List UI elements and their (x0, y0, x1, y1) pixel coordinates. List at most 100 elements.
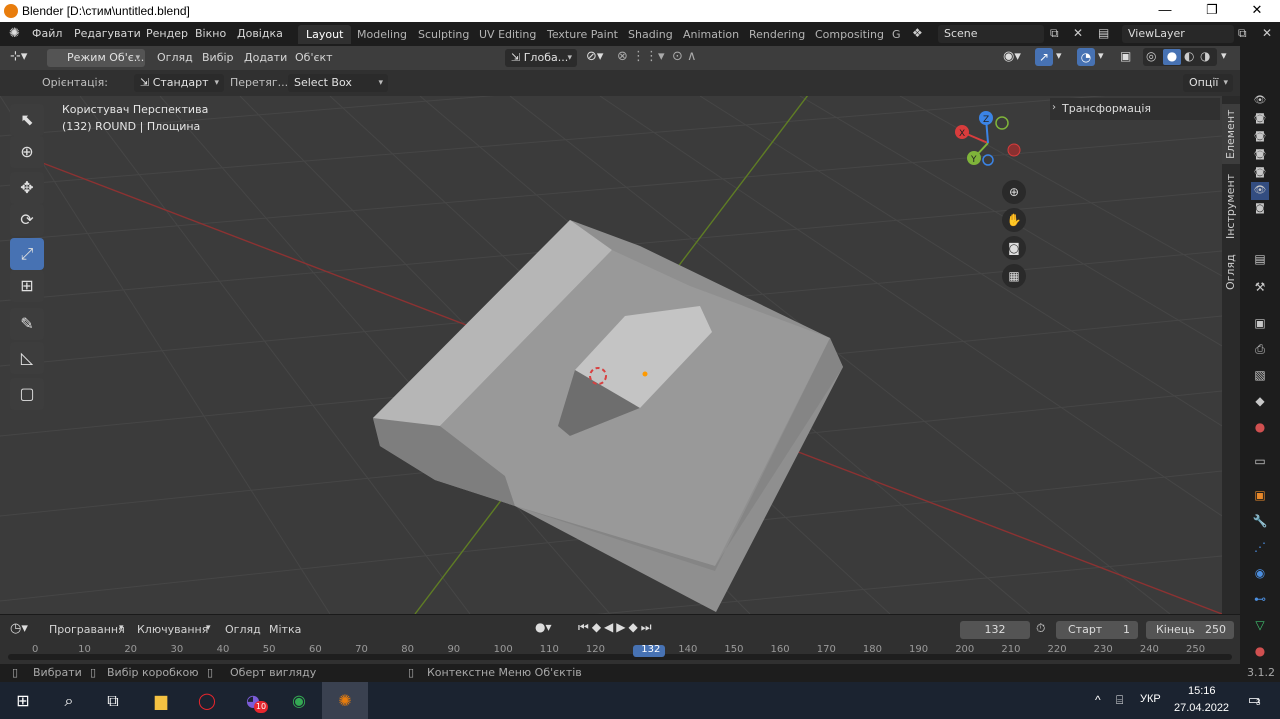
sidebar-transform-panel[interactable]: › Трансформація (1050, 98, 1220, 120)
editor-type-icon[interactable]: ⊹▾ (10, 49, 27, 64)
tab-shading[interactable]: Shading (620, 25, 681, 44)
tab-layout[interactable]: Layout (298, 25, 352, 44)
menu-render[interactable]: Рендер (146, 27, 188, 40)
tab-item[interactable]: Елемент (1222, 104, 1240, 164)
menu-edit[interactable]: Редагувати (74, 27, 141, 40)
view-layer-icon[interactable]: ▤ (1098, 26, 1109, 40)
new-scene-icon[interactable]: ⧉ (1050, 26, 1059, 41)
jump-end-icon[interactable]: ⏭ (641, 620, 655, 634)
data-properties-icon[interactable]: ▽ (1251, 616, 1269, 634)
prev-keyframe-icon[interactable]: ◆ (592, 620, 604, 634)
menu-file[interactable]: Файл (32, 27, 62, 40)
menu-help[interactable]: Довідка (237, 27, 283, 40)
timeline-editor-type-icon[interactable]: ◷▾ (10, 621, 28, 636)
mode-dropdown[interactable]: Режим Об'є... ▾ (47, 49, 145, 67)
playback-menu[interactable]: Програвання (49, 623, 125, 636)
navigation-gizmo[interactable]: X Y Z (948, 108, 1028, 178)
menu-window[interactable]: Вікно (195, 27, 226, 40)
scene-icon[interactable]: ❖ (912, 26, 923, 40)
clock-time[interactable]: 15:16 (1188, 685, 1216, 697)
tab-view[interactable]: Огляд (1222, 248, 1240, 296)
close-button[interactable]: ✕ (1234, 0, 1280, 22)
tab-modeling[interactable]: Modeling (349, 25, 415, 44)
current-frame-field[interactable]: 132 (960, 621, 1030, 639)
play-icon[interactable]: ▶ (616, 620, 628, 634)
transform-orientation-dropdown[interactable]: ⇲ Глоба... ▾ (505, 49, 577, 67)
opera-icon[interactable]: ◯ (184, 682, 230, 719)
zoom-view-button[interactable]: ⊕ (1002, 180, 1026, 204)
constraints-properties-icon[interactable]: ⊷ (1251, 590, 1269, 608)
play-reverse-icon[interactable]: ◀ (604, 620, 616, 634)
start-frame-field[interactable]: Старт 1 (1056, 621, 1138, 639)
pivot-point-icon[interactable]: ⊘▾ (586, 49, 603, 64)
select-tool-button[interactable]: ⬉ (10, 104, 44, 136)
pan-view-button[interactable]: ✋ (1002, 208, 1026, 232)
render-properties-icon[interactable]: ▣ (1251, 314, 1269, 332)
gizmo-dropdown-icon[interactable]: ▾ (1056, 49, 1062, 62)
windows-start-icon[interactable]: ⊞ (0, 682, 46, 719)
view-layer-properties-icon[interactable]: ▧ (1251, 366, 1269, 384)
timeline-view-menu[interactable]: Огляд (225, 623, 261, 636)
overlays-toggle-icon[interactable]: ◔ (1077, 48, 1095, 66)
world-properties-icon[interactable]: ● (1251, 418, 1269, 436)
3d-viewport[interactable]: Користувач Перспектива (132) ROUND | Пло… (0, 96, 1222, 614)
delete-view-layer-icon[interactable]: ✕ (1262, 26, 1272, 40)
stopwatch-icon[interactable]: ⏱ (1036, 621, 1045, 636)
scale-tool-button[interactable]: ⤢ (10, 238, 44, 270)
file-explorer-icon[interactable]: ▆ (138, 682, 184, 719)
clock-date[interactable]: 27.04.2022 (1174, 702, 1229, 714)
blender-taskbar-icon[interactable]: ✺ (322, 682, 368, 719)
search-icon[interactable]: ⌕ (46, 682, 92, 719)
annotate-tool-button[interactable]: ✎ (10, 308, 44, 340)
delete-scene-icon[interactable]: ✕ (1073, 26, 1083, 40)
move-tool-button[interactable]: ✥ (10, 172, 44, 204)
tab-uv-editing[interactable]: UV Editing (471, 25, 544, 44)
task-view-icon[interactable]: ⧉ (90, 682, 136, 719)
shading-dropdown-icon[interactable]: ▾ (1221, 49, 1227, 62)
gizmo-toggle-icon[interactable]: ↗ (1035, 48, 1053, 66)
physics-properties-icon[interactable]: ◉ (1251, 564, 1269, 582)
minimize-button[interactable]: — (1142, 0, 1188, 22)
jump-start-icon[interactable]: ⏮ (578, 620, 592, 634)
xray-icon[interactable]: ▣ (1120, 49, 1131, 63)
visibility-icon[interactable]: ◉▾ (1003, 49, 1021, 64)
next-keyframe-icon[interactable]: ◆ (629, 620, 641, 634)
viber-icon[interactable]: ◕ 10 (230, 682, 276, 719)
tool-properties-icon[interactable]: ⚒ (1251, 278, 1269, 296)
mesh-object[interactable] (373, 220, 843, 612)
add-menu[interactable]: Додати (244, 49, 287, 67)
outliner-visibility-icon[interactable]: 👁◙ (1251, 146, 1269, 178)
tab-more[interactable]: G (884, 25, 909, 44)
properties-editor-icon[interactable]: ▤ (1251, 250, 1269, 268)
tab-tool[interactable]: Інструмент (1222, 170, 1240, 242)
view-menu[interactable]: Огляд (157, 49, 193, 67)
chrome-icon[interactable]: ◉ (276, 682, 322, 719)
select-menu[interactable]: Вибір (202, 49, 234, 67)
collection-properties-icon[interactable]: ▭ (1251, 452, 1269, 470)
outliner-visibility-icon[interactable]: 👁◙ (1251, 92, 1269, 124)
tab-texture-paint[interactable]: Texture Paint (539, 25, 626, 44)
tray-expand-icon[interactable]: ^ (1095, 693, 1101, 707)
tab-rendering[interactable]: Rendering (741, 25, 813, 44)
end-frame-field[interactable]: Кінець 250 (1146, 621, 1234, 639)
frame-ruler[interactable]: 0 10 20 30 40 50 60 70 80 90 100 110 120 132 140 150 160… (0, 643, 1240, 665)
scene-field[interactable]: Scene (938, 25, 1044, 43)
marker-menu[interactable]: Мітка (269, 623, 301, 636)
rotate-tool-button[interactable]: ⟳ (10, 204, 44, 236)
outliner-visibility-icon[interactable]: 👁◙ (1251, 110, 1269, 142)
keying-menu[interactable]: Ключування (137, 623, 208, 636)
maximize-button[interactable]: ❐ (1189, 0, 1235, 22)
material-properties-icon[interactable]: ● (1251, 642, 1269, 660)
ortho-toggle-button[interactable]: ▦ (1002, 264, 1026, 288)
proportional-edit-icon[interactable]: ⊙ ∧ (672, 49, 697, 64)
tab-animation[interactable]: Animation (675, 25, 747, 44)
object-menu[interactable]: Об'єкт (295, 49, 333, 67)
add-cube-tool-button[interactable]: ▢ (10, 378, 44, 410)
solid-shading-icon[interactable]: ● (1163, 49, 1181, 65)
options-dropdown[interactable]: Опції ▾ (1183, 74, 1233, 92)
overlays-dropdown-icon[interactable]: ▾ (1098, 49, 1104, 62)
outliner-visibility-icon[interactable]: 👁◙ (1251, 164, 1269, 196)
snap-icon[interactable]: ⊗ ⋮⋮▾ (617, 49, 665, 64)
scene-properties-icon[interactable]: ◆ (1251, 392, 1269, 410)
notification-icon[interactable]: ▭ 3 (1248, 692, 1260, 708)
